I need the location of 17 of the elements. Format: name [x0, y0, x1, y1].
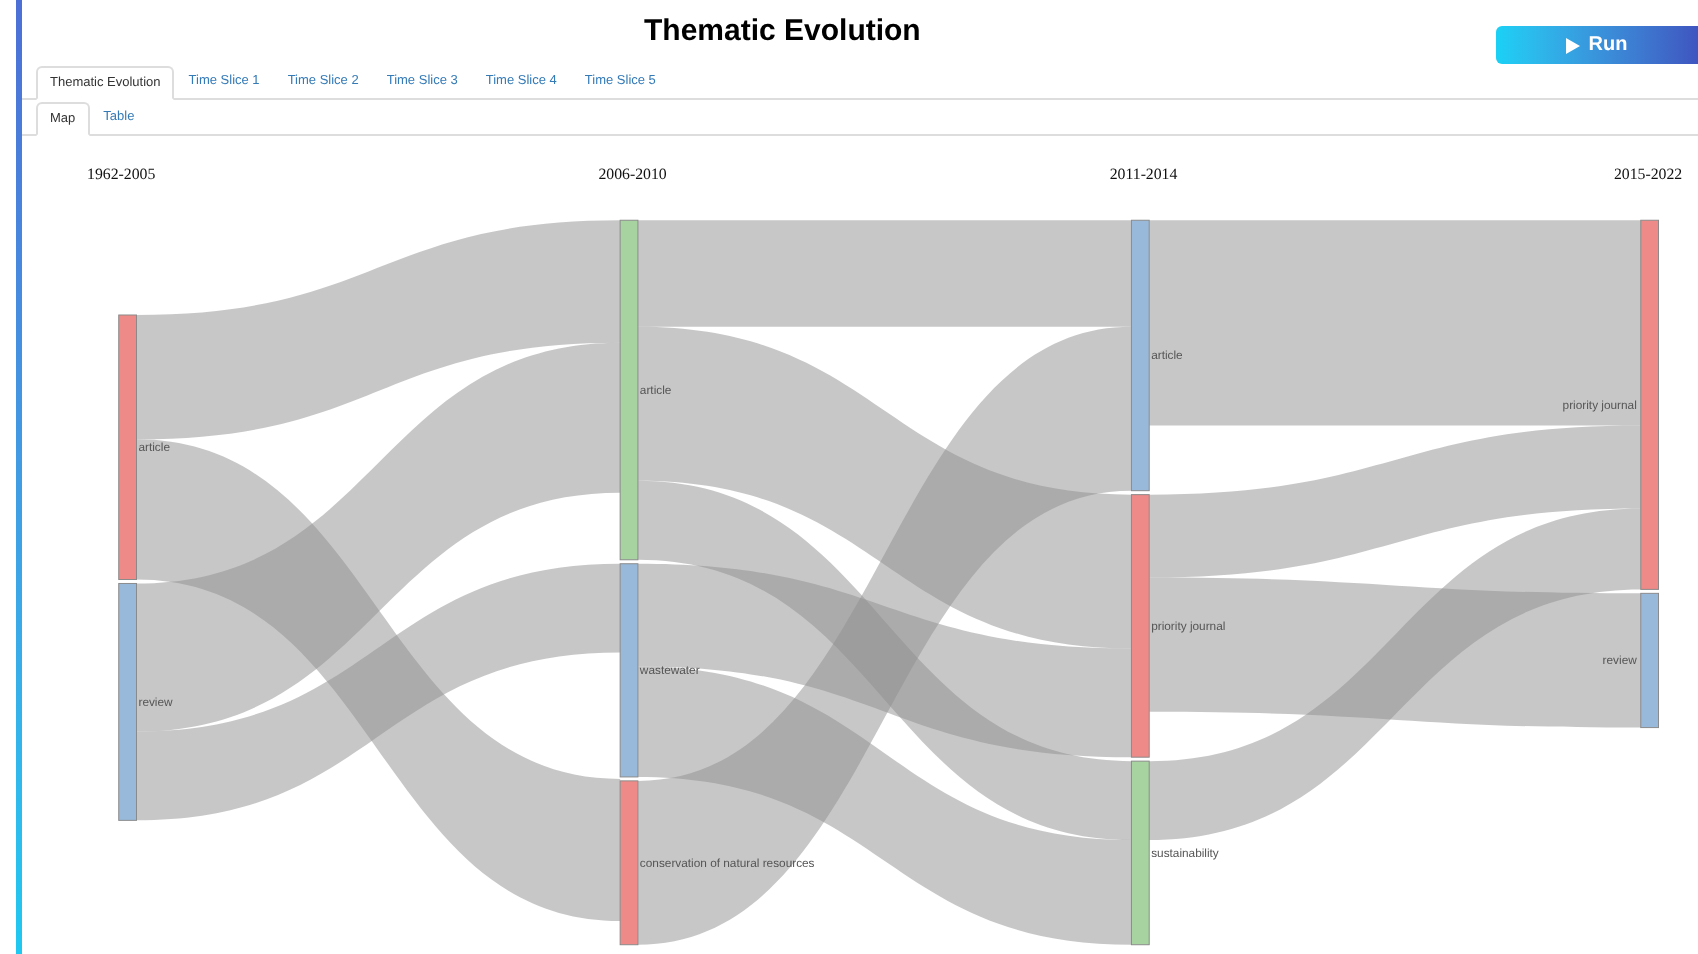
node-bar[interactable]	[118, 582, 137, 821]
column-heading: 1962-2005	[87, 164, 156, 183]
page-title: Thematic Evolution	[644, 12, 921, 53]
column-heading: 2015-2022	[1613, 164, 1683, 183]
column-heading: 2011-2014	[1109, 164, 1178, 183]
node-bar[interactable]	[1130, 760, 1150, 946]
node-bar[interactable]	[619, 563, 639, 778]
play-icon	[1566, 37, 1581, 53]
column-heading: 2006-2010	[598, 164, 667, 183]
node-bar[interactable]	[1640, 219, 1659, 590]
run-button[interactable]: Run	[1496, 26, 1698, 64]
node-bar[interactable]	[619, 780, 639, 946]
node-bar[interactable]	[619, 219, 639, 561]
node-bar[interactable]	[1640, 592, 1659, 729]
node-bar[interactable]	[1130, 494, 1150, 758]
node-bar[interactable]	[118, 314, 137, 580]
node-bar[interactable]	[1130, 219, 1150, 492]
